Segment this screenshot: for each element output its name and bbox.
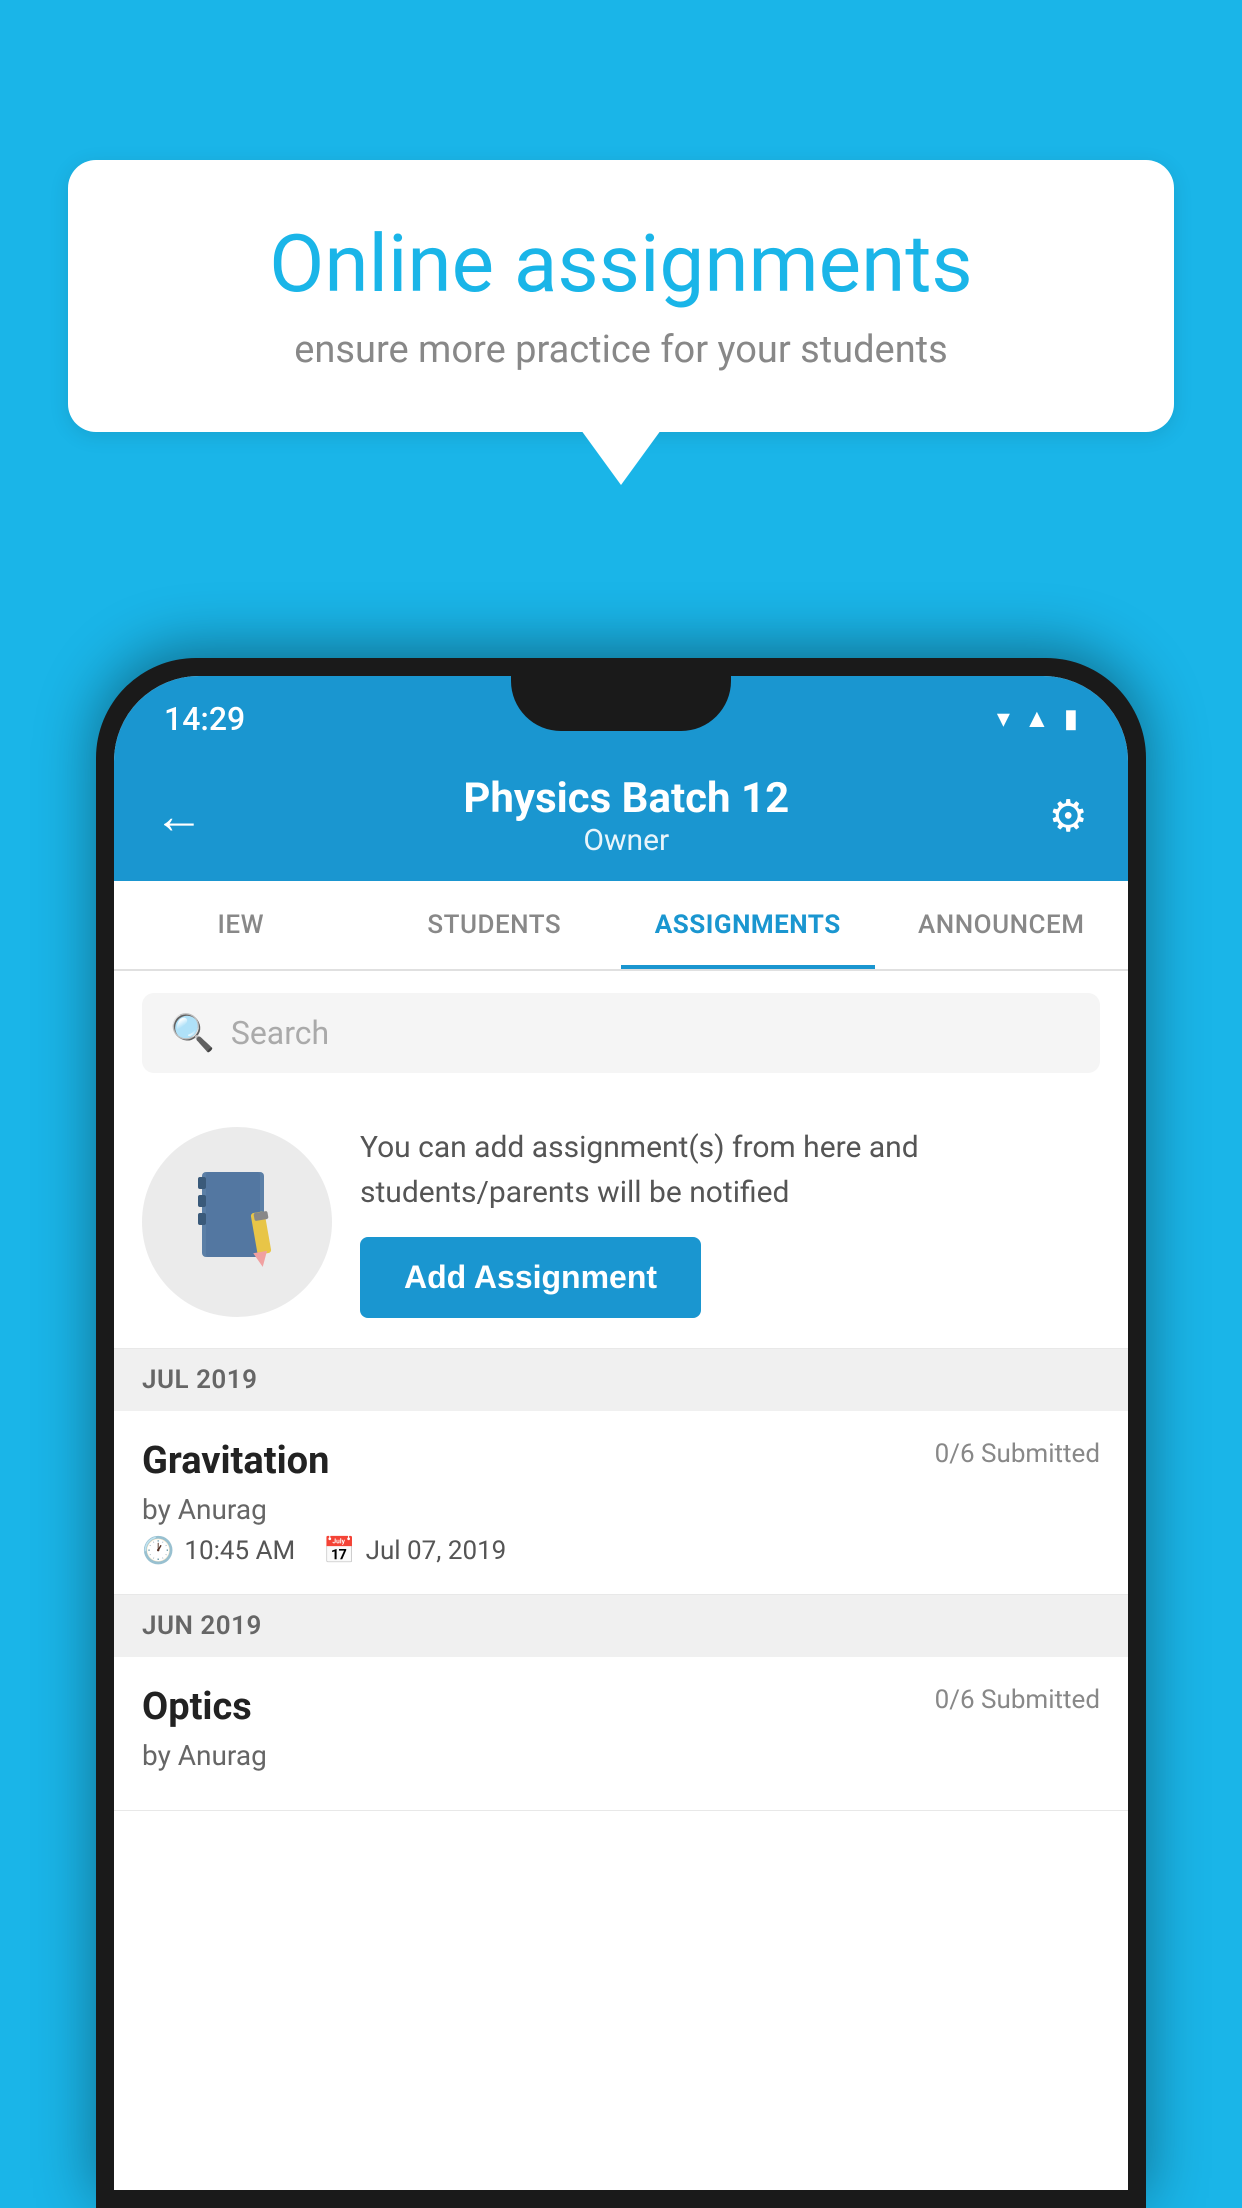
app-bar-subtitle: Owner <box>463 823 789 858</box>
search-container: 🔍 Search <box>114 971 1128 1095</box>
assignment-time-gravitation: 🕐 10:45 AM <box>142 1536 295 1566</box>
tab-iew[interactable]: IEW <box>114 881 368 969</box>
search-bar[interactable]: 🔍 Search <box>142 993 1100 1073</box>
search-placeholder: Search <box>231 1014 329 1052</box>
assignment-submitted-optics: 0/6 Submitted <box>935 1685 1100 1715</box>
battery-icon: ▮ <box>1064 704 1078 734</box>
add-assignment-promo: You can add assignment(s) from here and … <box>114 1095 1128 1349</box>
assignment-icon-circle <box>142 1127 332 1317</box>
settings-button[interactable]: ⚙ <box>1049 790 1088 842</box>
speech-bubble: Online assignments ensure more practice … <box>68 160 1174 432</box>
assignment-name-optics: Optics <box>142 1685 252 1729</box>
search-icon: 🔍 <box>170 1012 215 1054</box>
calendar-icon: 📅 <box>323 1536 355 1566</box>
promo-right: You can add assignment(s) from here and … <box>360 1125 1100 1318</box>
speech-bubble-title: Online assignments <box>138 220 1104 308</box>
signal-icon: ▲ <box>1024 703 1050 734</box>
clock-icon: 🕐 <box>142 1536 174 1566</box>
add-assignment-button[interactable]: Add Assignment <box>360 1237 701 1318</box>
assignment-meta-gravitation: 🕐 10:45 AM 📅 Jul 07, 2019 <box>142 1536 1100 1566</box>
back-button[interactable]: ← <box>154 787 204 846</box>
status-time: 14:29 <box>164 690 245 738</box>
promo-text: You can add assignment(s) from here and … <box>360 1125 1100 1215</box>
assignment-top-row-optics: Optics 0/6 Submitted <box>142 1685 1100 1729</box>
content-area: 🔍 Search <box>114 971 1128 1811</box>
speech-bubble-container: Online assignments ensure more practice … <box>68 160 1174 485</box>
speech-bubble-subtitle: ensure more practice for your students <box>138 328 1104 372</box>
tab-students[interactable]: STUDENTS <box>368 881 622 969</box>
assignment-name-gravitation: Gravitation <box>142 1439 329 1483</box>
assignment-item-optics[interactable]: Optics 0/6 Submitted by Anurag <box>114 1657 1128 1811</box>
assignment-by-optics: by Anurag <box>142 1739 1100 1772</box>
wifi-icon: ▾ <box>997 704 1010 734</box>
assignment-date-gravitation: 📅 Jul 07, 2019 <box>323 1536 506 1566</box>
tab-announcements[interactable]: ANNOUNCEM <box>875 881 1129 969</box>
phone-frame: 14:29 ▾ ▲ ▮ ← Physics Batch 12 Owner ⚙ I… <box>96 658 1146 2208</box>
assignment-top-row: Gravitation 0/6 Submitted <box>142 1439 1100 1483</box>
assignment-item-gravitation[interactable]: Gravitation 0/6 Submitted by Anurag 🕐 10… <box>114 1411 1128 1595</box>
assignment-by-gravitation: by Anurag <box>142 1493 1100 1526</box>
notebook-icon <box>192 1167 282 1277</box>
app-bar-title-container: Physics Batch 12 Owner <box>463 774 789 858</box>
tabs-container: IEW STUDENTS ASSIGNMENTS ANNOUNCEM <box>114 881 1128 971</box>
section-jul-2019: JUL 2019 <box>114 1349 1128 1411</box>
speech-bubble-arrow <box>581 430 661 485</box>
phone-inner: 14:29 ▾ ▲ ▮ ← Physics Batch 12 Owner ⚙ I… <box>114 676 1128 2190</box>
tab-assignments[interactable]: ASSIGNMENTS <box>621 881 875 969</box>
phone-notch <box>511 676 731 731</box>
app-bar: ← Physics Batch 12 Owner ⚙ <box>114 751 1128 881</box>
section-jun-2019: JUN 2019 <box>114 1595 1128 1657</box>
status-icons: ▾ ▲ ▮ <box>997 693 1078 734</box>
assignment-submitted-gravitation: 0/6 Submitted <box>935 1439 1100 1469</box>
app-bar-title: Physics Batch 12 <box>463 774 789 823</box>
